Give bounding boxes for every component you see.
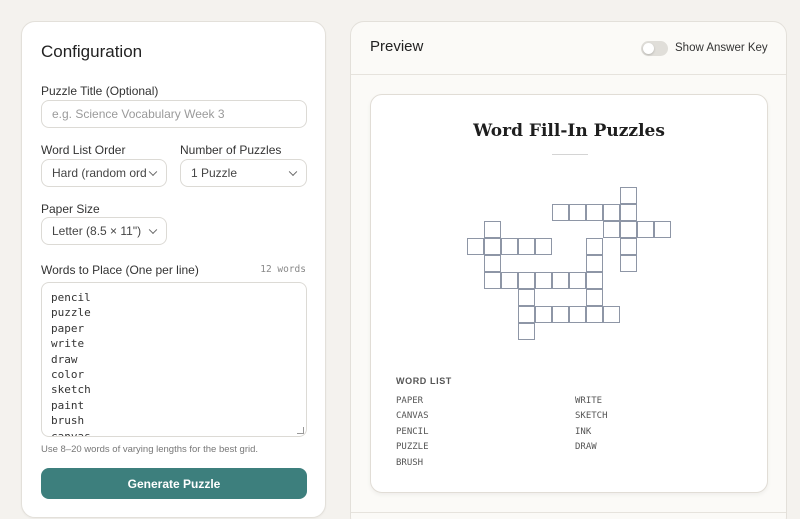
configuration-title: Configuration: [41, 42, 143, 61]
word-line: draw: [51, 352, 78, 366]
grid-cell: [467, 238, 484, 255]
grid-cell: [535, 306, 552, 323]
answer-key-label: Show Answer Key: [675, 42, 768, 54]
word-count: 12 words: [260, 264, 306, 275]
grid-cell: [603, 221, 620, 238]
word-order-label: Word List Order: [41, 143, 126, 157]
grid-cell: [586, 255, 603, 272]
grid-cell: [552, 204, 569, 221]
words-label: Words to Place (One per line): [41, 263, 199, 277]
grid-cell: [484, 238, 501, 255]
words-textarea[interactable]: pencil puzzle paper write draw color ske…: [41, 282, 307, 437]
grid-cell: [620, 187, 637, 204]
grid-cell: [586, 204, 603, 221]
preview-header: Preview Show Answer Key: [351, 22, 786, 75]
grid-cell: [552, 306, 569, 323]
word-list-item: DRAW: [575, 442, 597, 452]
paper-size-label: Paper Size: [41, 202, 100, 216]
panel-divider: [351, 512, 786, 513]
word-line: write: [51, 337, 85, 351]
word-line: pencil: [51, 291, 91, 304]
word-list-item: SKETCH: [575, 411, 608, 421]
word-line: puzzle: [51, 306, 91, 320]
grid-cell: [518, 306, 535, 323]
grid-cell: [501, 238, 518, 255]
grid-cell: [603, 204, 620, 221]
grid-cell: [518, 289, 535, 306]
grid-cell: [620, 255, 637, 272]
word-line: brush: [51, 414, 85, 428]
num-puzzles-label: Number of Puzzles: [180, 143, 282, 157]
toggle-knob: [643, 43, 654, 54]
word-list-item: INK: [575, 427, 592, 437]
grid-cell: [586, 289, 603, 306]
grid-cell: [484, 221, 501, 238]
word-line: sketch: [51, 383, 91, 397]
num-puzzles-select[interactable]: 1 Puzzle: [180, 159, 307, 187]
generate-puzzle-button[interactable]: Generate Puzzle: [41, 468, 307, 499]
configuration-panel: Configuration Puzzle Title (Optional) Wo…: [21, 21, 326, 518]
grid-cell: [552, 272, 569, 289]
grid-cell: [484, 272, 501, 289]
grid-cell: [586, 238, 603, 255]
grid-cell: [518, 323, 535, 340]
grid-cell: [518, 272, 535, 289]
grid-cell: [637, 221, 654, 238]
word-list-item: WRITE: [575, 396, 603, 406]
word-order-select[interactable]: Hard (random orde: [41, 159, 167, 187]
word-list-item: PENCIL: [396, 427, 429, 437]
puzzle-title-field[interactable]: [41, 100, 307, 128]
grid-cell: [654, 221, 671, 238]
chevron-down-icon: [148, 167, 158, 177]
word-list-item: PUZZLE: [396, 442, 429, 452]
grid-cell: [586, 306, 603, 323]
grid-cell: [535, 238, 552, 255]
resize-handle[interactable]: [297, 427, 304, 434]
word-line: paint: [51, 398, 85, 412]
answer-key-toggle[interactable]: [641, 41, 668, 56]
grid-cell: [620, 238, 637, 255]
puzzle-title-input[interactable]: [52, 107, 306, 121]
puzzle-title-label: Puzzle Title (Optional): [41, 84, 159, 98]
word-list-item: CANVAS: [396, 411, 429, 421]
grid-cell: [569, 306, 586, 323]
crossword-grid: [371, 95, 769, 494]
word-list-item: BRUSH: [396, 458, 424, 468]
word-line: paper: [51, 321, 85, 335]
grid-cell: [518, 238, 535, 255]
grid-cell: [501, 272, 518, 289]
grid-cell: [569, 272, 586, 289]
paper-size-value: Letter (8.5 × 11"): [52, 224, 142, 238]
grid-cell: [535, 272, 552, 289]
grid-cell: [586, 272, 603, 289]
puzzle-sheet: Word Fill-In Puzzles WORD LIST PAPER CAN…: [370, 94, 768, 493]
word-list-item: PAPER: [396, 396, 424, 406]
paper-size-select[interactable]: Letter (8.5 × 11"): [41, 217, 167, 245]
grid-cell: [569, 204, 586, 221]
grid-cell: [603, 306, 620, 323]
grid-cell: [620, 204, 637, 221]
word-list-heading: WORD LIST: [396, 376, 452, 386]
word-line: color: [51, 368, 85, 382]
preview-panel: Preview Show Answer Key Word Fill-In Puz…: [350, 21, 787, 519]
chevron-down-icon: [148, 225, 158, 235]
word-order-value: Hard (random orde: [52, 166, 146, 180]
grid-cell: [620, 221, 637, 238]
words-hint: Use 8–20 words of varying lengths for th…: [41, 444, 259, 455]
grid-cell: [484, 255, 501, 272]
preview-title: Preview: [370, 38, 424, 55]
word-line: canvas: [51, 429, 91, 437]
num-puzzles-value: 1 Puzzle: [191, 166, 238, 180]
